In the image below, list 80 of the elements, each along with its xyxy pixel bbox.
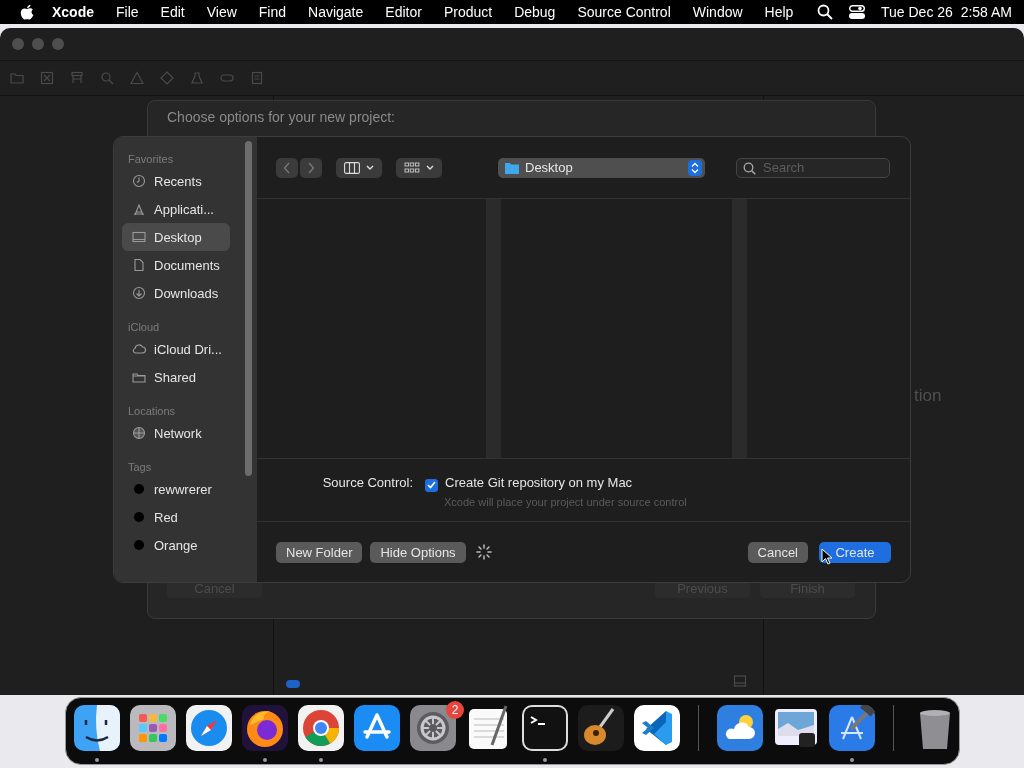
sidebar-item[interactable]: Orange xyxy=(122,531,230,559)
cloud-icon xyxy=(132,342,146,356)
sidebar-heading: Favorites xyxy=(127,153,175,167)
terminal-icon[interactable] xyxy=(522,705,568,751)
sidebar-heading: Locations xyxy=(127,405,177,419)
menu-item[interactable]: Source Control xyxy=(566,4,682,20)
guitar-icon[interactable] xyxy=(578,705,624,751)
menu-item[interactable]: Edit xyxy=(149,4,196,20)
spinner-icon xyxy=(475,544,492,560)
sheet-title: Choose options for your new project: xyxy=(167,109,396,125)
hammer-icon[interactable] xyxy=(829,705,875,751)
letter-a-icon xyxy=(132,202,146,216)
checkmark-icon xyxy=(427,481,436,489)
menu-clock[interactable]: Tue Dec 26 2:58 AM xyxy=(881,4,1012,20)
sidebar-item[interactable]: Recents xyxy=(122,167,230,195)
face-icon[interactable] xyxy=(74,705,120,751)
sidebar-item[interactable]: rewwrerer xyxy=(122,475,230,503)
menu-item[interactable]: Editor xyxy=(374,4,433,20)
triangle-lines-icon[interactable] xyxy=(354,705,400,751)
scrollbar-thumb[interactable] xyxy=(245,141,252,476)
sidebar-item[interactable]: Red xyxy=(122,503,230,531)
tag-dot xyxy=(134,484,144,494)
chevron-left-icon xyxy=(283,161,291,174)
git-checkbox[interactable]: Create Git repository on my Mac xyxy=(425,475,687,492)
location-dropdown[interactable]: Desktop xyxy=(498,157,705,178)
globe-icon xyxy=(132,426,146,440)
chevron-right-icon xyxy=(307,161,315,174)
menu-item[interactable]: Help xyxy=(753,4,805,20)
folder-icon xyxy=(505,161,519,174)
menu-item[interactable]: Product xyxy=(432,4,504,20)
sidebar-heading: iCloud xyxy=(127,321,161,335)
forward-button[interactable] xyxy=(300,157,322,178)
ring-icon[interactable] xyxy=(298,705,344,751)
create-button[interactable]: Create xyxy=(819,541,891,563)
tag-dot xyxy=(134,512,144,522)
cloud-sun-icon[interactable] xyxy=(717,705,763,751)
sidebar-heading: Tags xyxy=(127,461,153,475)
menu-item[interactable]: View xyxy=(195,4,248,20)
menu-item[interactable]: Window xyxy=(681,4,754,20)
ribbon-icon[interactable] xyxy=(634,705,680,751)
status-indicator[interactable] xyxy=(286,680,300,688)
download-icon xyxy=(132,286,146,300)
back-button[interactable] xyxy=(276,157,298,178)
search-icon[interactable] xyxy=(817,4,833,20)
apple-icon[interactable] xyxy=(20,4,34,20)
column-view-button[interactable] xyxy=(336,157,382,178)
sidebar-item[interactable]: Shared xyxy=(122,363,230,391)
sidebar-item[interactable]: Documents xyxy=(122,251,230,279)
folder-icon xyxy=(132,370,146,384)
app-menu[interactable]: Xcode xyxy=(34,4,105,20)
control-center-icon[interactable] xyxy=(849,5,865,19)
stepper-icon xyxy=(691,161,699,174)
clock-icon xyxy=(132,174,146,188)
menu-item[interactable]: Find xyxy=(247,4,298,20)
hide-options-button[interactable]: Hide Options xyxy=(370,541,466,563)
chevron-down-icon xyxy=(426,164,434,171)
sidebar-item[interactable]: Network xyxy=(122,419,230,447)
menu-item[interactable]: Navigate xyxy=(297,4,375,20)
notification-badge: 2 xyxy=(446,701,464,719)
cancel-button[interactable]: Cancel xyxy=(747,541,808,563)
menu-item[interactable]: File xyxy=(105,4,150,20)
sidebar-item[interactable]: iCloud Dri... xyxy=(122,335,230,363)
fox-globe-icon[interactable] xyxy=(242,705,288,751)
tag-dot xyxy=(134,540,144,550)
monitor-icon xyxy=(132,230,146,244)
new-folder-button[interactable]: New Folder xyxy=(276,541,363,563)
gear-icon[interactable] xyxy=(410,705,456,751)
cursor-icon xyxy=(821,547,833,565)
columns-icon xyxy=(344,161,360,174)
chevron-down-icon xyxy=(366,164,374,171)
sidebar-item[interactable]: Desktop xyxy=(122,223,230,251)
group-button[interactable] xyxy=(396,157,442,178)
field-label: Source Control: xyxy=(321,475,414,492)
sidebar-item[interactable]: Downloads xyxy=(122,279,230,307)
app-grid-icon[interactable] xyxy=(130,705,176,751)
document-icon xyxy=(132,258,146,272)
grid-icon xyxy=(404,161,420,174)
menu-item[interactable]: Debug xyxy=(503,4,567,20)
compass-icon[interactable] xyxy=(186,705,232,751)
sidebar-item[interactable]: Applicati... xyxy=(122,195,230,223)
